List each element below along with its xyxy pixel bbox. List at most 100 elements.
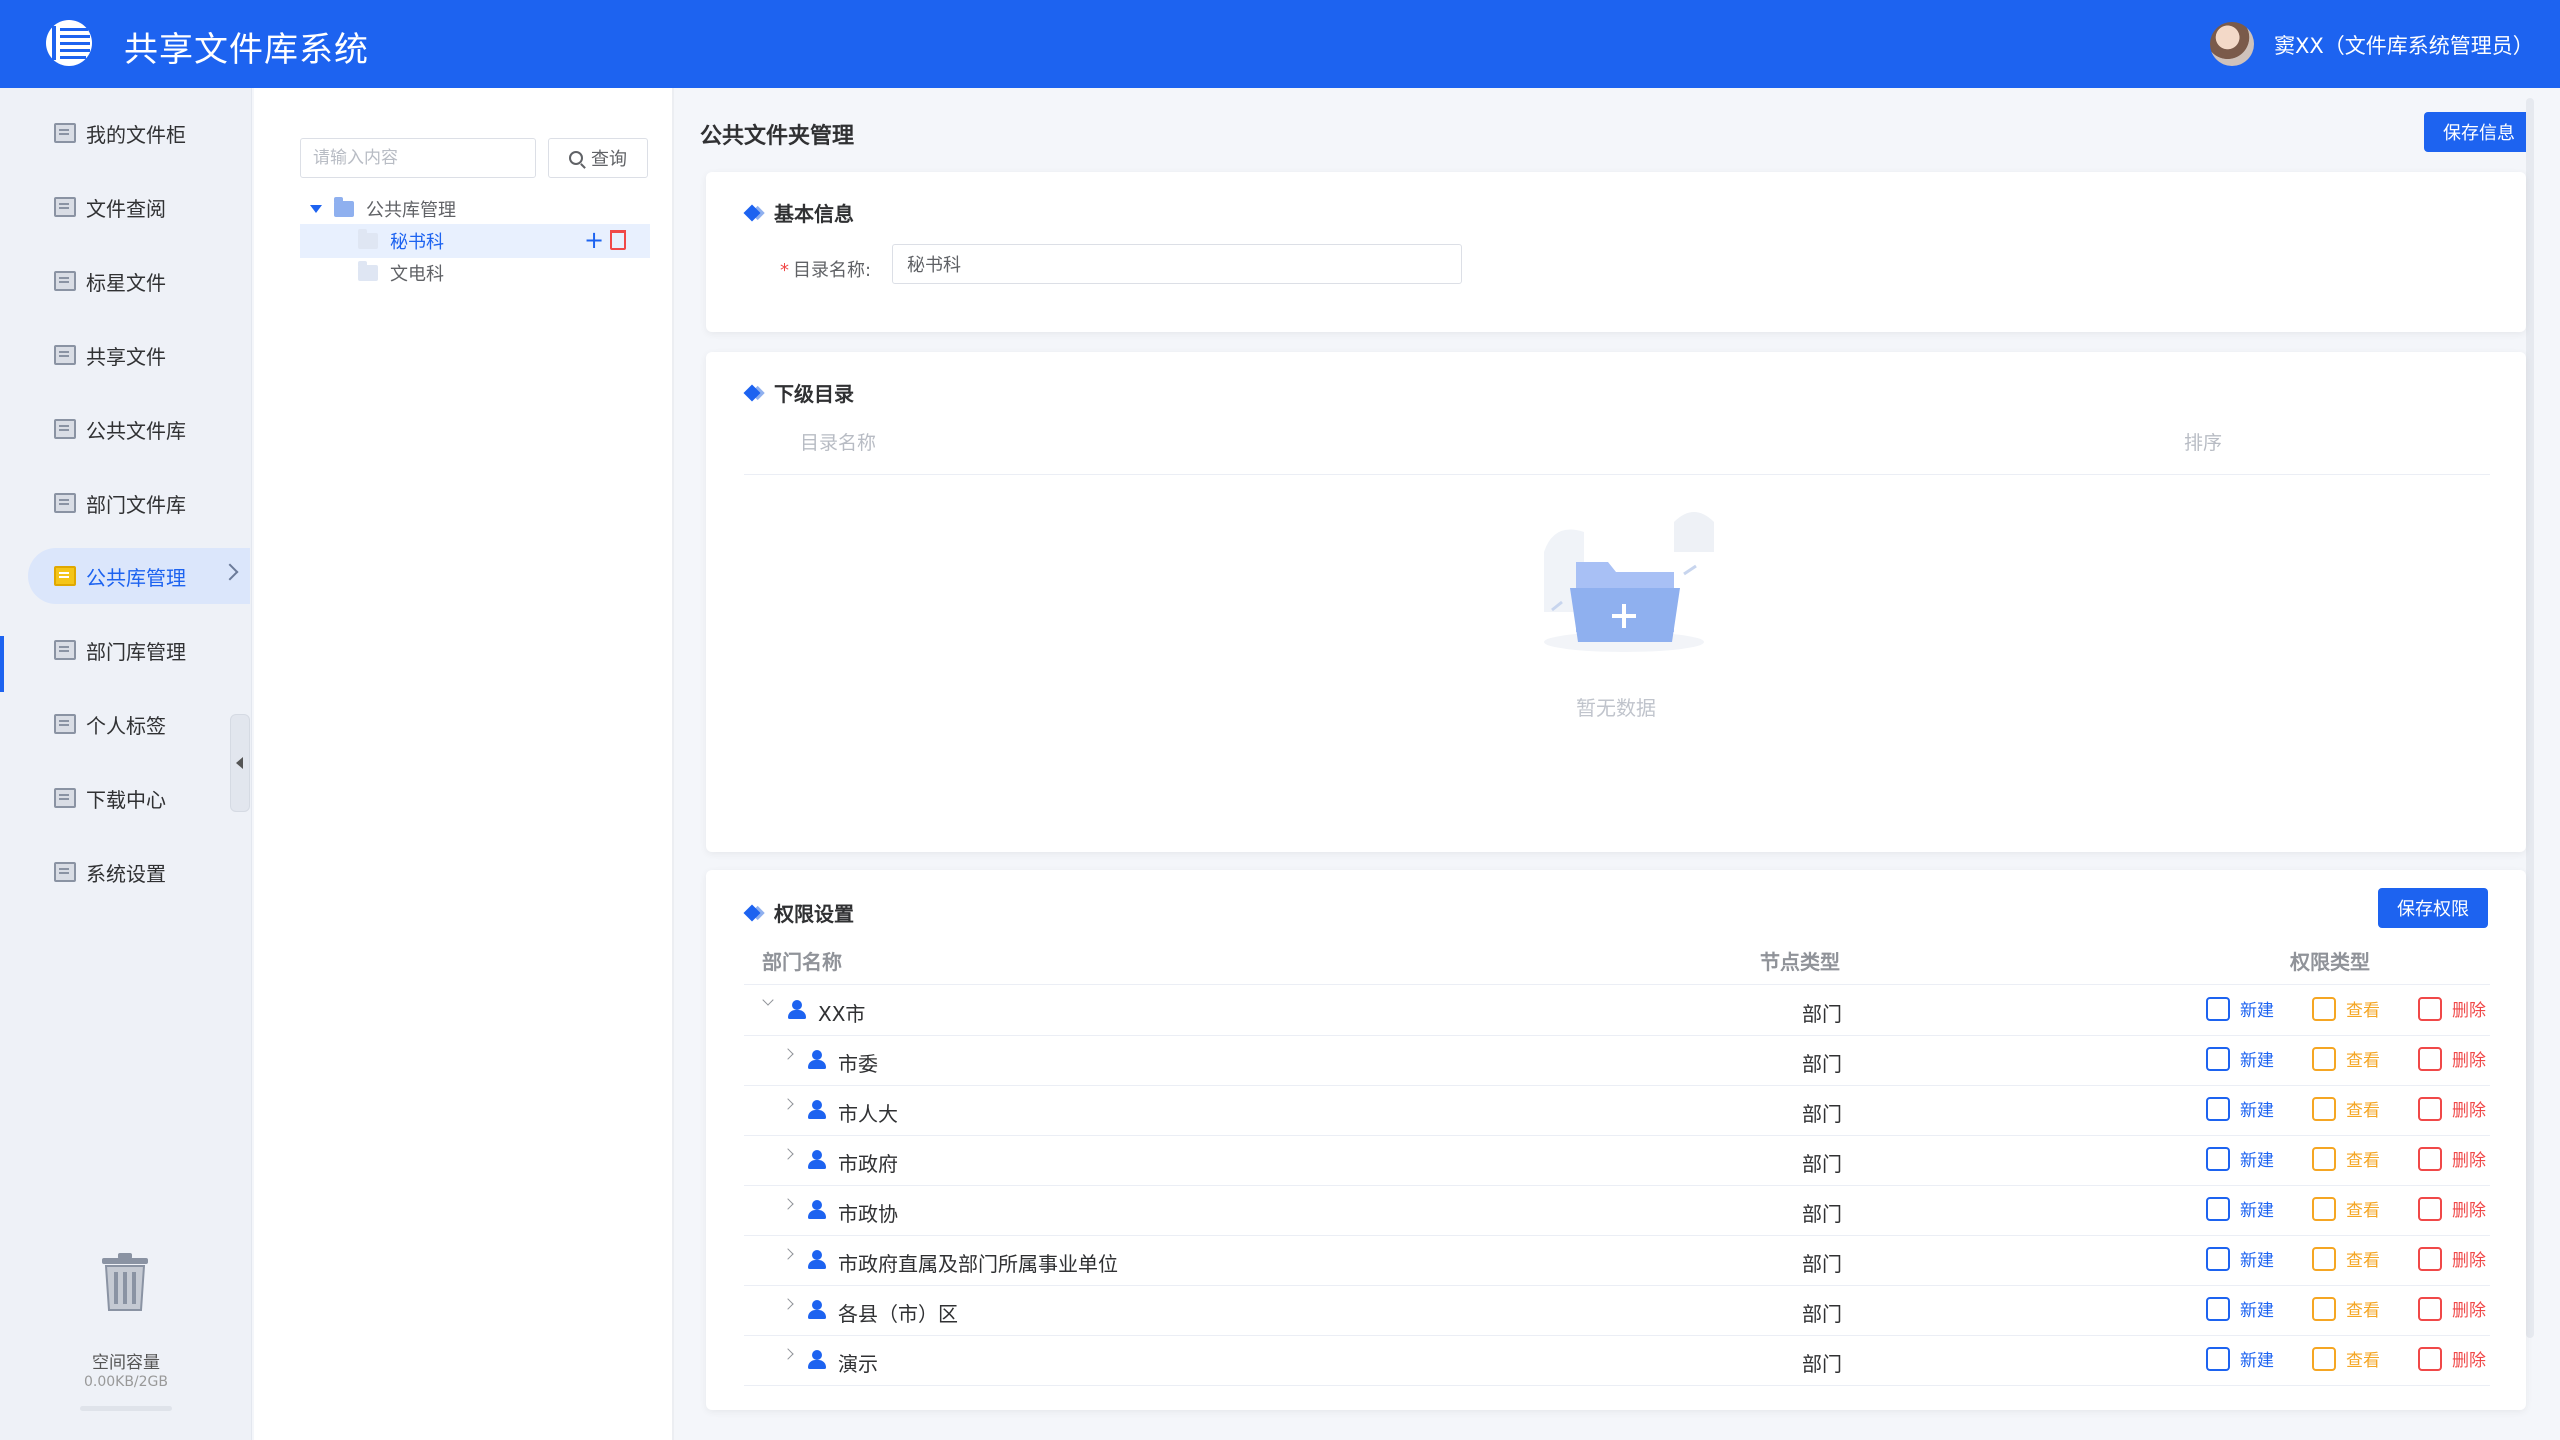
checkbox-box[interactable] <box>2418 1196 2442 1221</box>
checkbox-box[interactable] <box>2206 1246 2230 1271</box>
tree-node-root[interactable]: 公共库管理 <box>310 196 456 222</box>
sidebar-item-public-lib-manage[interactable]: 公共库管理 <box>28 548 250 604</box>
add-icon[interactable]: + <box>584 228 604 252</box>
checkbox-box[interactable] <box>2206 1296 2230 1321</box>
perm-delete-checkbox[interactable]: 删除 <box>2418 1046 2486 1071</box>
perm-view-checkbox[interactable]: 查看 <box>2312 1296 2380 1321</box>
table-row: 市人大 部门 新建 查看 删除 <box>744 1086 2490 1136</box>
sidebar-item-dept-lib-manage[interactable]: 部门库管理 <box>28 622 250 678</box>
checkbox-box[interactable] <box>2312 1096 2336 1121</box>
checkbox-box[interactable] <box>2206 996 2230 1021</box>
delete-icon[interactable] <box>610 230 626 250</box>
space-value: 0.00KB/2GB <box>83 1374 169 1390</box>
perm-new-checkbox[interactable]: 新建 <box>2206 1046 2274 1071</box>
checkbox-box[interactable] <box>2206 1096 2230 1121</box>
perm-delete-checkbox[interactable]: 删除 <box>2418 1146 2486 1171</box>
perm-delete-checkbox[interactable]: 删除 <box>2418 1296 2486 1321</box>
checkbox-box[interactable] <box>2418 1146 2442 1171</box>
perm-new-label: 新建 <box>2240 1051 2274 1071</box>
perm-delete-checkbox[interactable]: 删除 <box>2418 1246 2486 1271</box>
perm-view-checkbox[interactable]: 查看 <box>2312 1146 2380 1171</box>
chevron-right-icon[interactable] <box>782 1198 794 1210</box>
space-usage-bar <box>80 1406 172 1411</box>
tree-node-child[interactable]: 文电科 <box>358 260 444 286</box>
perm-view-checkbox[interactable]: 查看 <box>2312 1346 2380 1371</box>
save-permission-button[interactable]: 保存权限 <box>2378 888 2488 928</box>
perm-new-checkbox[interactable]: 新建 <box>2206 996 2274 1021</box>
perm-new-checkbox[interactable]: 新建 <box>2206 1346 2274 1371</box>
perm-new-label: 新建 <box>2240 1351 2274 1371</box>
checkbox-box[interactable] <box>2312 1196 2336 1221</box>
dir-name-input[interactable] <box>892 244 1462 284</box>
perm-delete-label: 删除 <box>2452 1351 2486 1371</box>
checkbox-box[interactable] <box>2418 996 2442 1021</box>
perm-delete-checkbox[interactable]: 删除 <box>2418 1196 2486 1221</box>
perm-view-checkbox[interactable]: 查看 <box>2312 1246 2380 1271</box>
perm-delete-checkbox[interactable]: 删除 <box>2418 996 2486 1021</box>
section-title-basic: 基本信息 <box>743 198 854 227</box>
sidebar-item-public-lib[interactable]: 公共文件库 <box>28 401 250 457</box>
tree-search-input[interactable] <box>300 138 536 178</box>
checkbox-box[interactable] <box>2206 1146 2230 1171</box>
checkbox-box[interactable] <box>2206 1196 2230 1221</box>
perm-view-checkbox[interactable]: 查看 <box>2312 1096 2380 1121</box>
checkbox-box[interactable] <box>2418 1046 2442 1071</box>
sidebar-item-file-browse[interactable]: 文件查阅 <box>28 179 250 235</box>
perm-new-checkbox[interactable]: 新建 <box>2206 1196 2274 1221</box>
trash-icon[interactable] <box>96 1252 154 1314</box>
perm-delete-checkbox[interactable]: 删除 <box>2418 1096 2486 1121</box>
user-name[interactable]: 窦XX（文件库系统管理员） <box>2274 30 2534 60</box>
checkbox-box[interactable] <box>2418 1096 2442 1121</box>
sidebar-item-settings[interactable]: 系统设置 <box>28 844 250 900</box>
sidebar-item-starred[interactable]: 标星文件 <box>28 253 250 309</box>
perm-new-checkbox[interactable]: 新建 <box>2206 1146 2274 1171</box>
chevron-right-icon[interactable] <box>782 1148 794 1160</box>
caret-down-icon[interactable] <box>310 205 322 213</box>
department-icon <box>806 1050 828 1070</box>
sidebar-item-dept-lib[interactable]: 部门文件库 <box>28 475 250 531</box>
tree-node-child[interactable]: 秘书科 <box>358 228 444 254</box>
chevron-right-icon[interactable] <box>782 1298 794 1310</box>
perm-delete-checkbox[interactable]: 删除 <box>2418 1346 2486 1371</box>
tree-search-button[interactable]: 查询 <box>548 138 648 178</box>
user-avatar[interactable] <box>2210 22 2254 66</box>
sidebar-item-shared[interactable]: 共享文件 <box>28 327 250 383</box>
checkbox-box[interactable] <box>2312 1296 2336 1321</box>
perm-delete-label: 删除 <box>2452 1101 2486 1121</box>
scrollbar[interactable] <box>2526 98 2534 1338</box>
checkbox-box[interactable] <box>2312 1346 2336 1371</box>
checkbox-box[interactable] <box>2312 996 2336 1021</box>
chevron-right-icon[interactable] <box>782 1248 794 1260</box>
page-title: 公共文件夹管理 <box>700 124 855 149</box>
dept-name: 市人大 <box>838 1102 898 1126</box>
perm-view-checkbox[interactable]: 查看 <box>2312 1046 2380 1071</box>
chevron-right-icon[interactable] <box>782 1348 794 1360</box>
checkbox-box[interactable] <box>2206 1046 2230 1071</box>
perm-new-label: 新建 <box>2240 1101 2274 1121</box>
sidebar-item-download-center[interactable]: 下载中心 <box>28 770 250 826</box>
chevron-down-icon[interactable] <box>762 994 774 1006</box>
perm-new-label: 新建 <box>2240 1001 2274 1021</box>
chevron-right-icon[interactable] <box>782 1048 794 1060</box>
folder-icon <box>358 261 378 281</box>
checkbox-box[interactable] <box>2312 1046 2336 1071</box>
perm-view-label: 查看 <box>2346 1101 2380 1121</box>
checkbox-box[interactable] <box>2312 1146 2336 1171</box>
sidebar-item-personal-tags[interactable]: 个人标签 <box>28 696 250 752</box>
save-info-button[interactable]: 保存信息 <box>2424 112 2534 152</box>
checkbox-box[interactable] <box>2206 1346 2230 1371</box>
perm-new-checkbox[interactable]: 新建 <box>2206 1246 2274 1271</box>
checkbox-box[interactable] <box>2418 1296 2442 1321</box>
sidebar-collapse-handle[interactable] <box>230 714 250 812</box>
perm-view-checkbox[interactable]: 查看 <box>2312 1196 2380 1221</box>
perm-view-checkbox[interactable]: 查看 <box>2312 996 2380 1021</box>
checkbox-box[interactable] <box>2418 1346 2442 1371</box>
section-title-perm: 权限设置 <box>743 898 854 927</box>
department-icon <box>786 1000 808 1020</box>
sidebar-item-my-cabinet[interactable]: 我的文件柜 <box>28 105 250 161</box>
chevron-right-icon[interactable] <box>782 1098 794 1110</box>
checkbox-box[interactable] <box>2312 1246 2336 1271</box>
perm-new-checkbox[interactable]: 新建 <box>2206 1296 2274 1321</box>
perm-new-checkbox[interactable]: 新建 <box>2206 1096 2274 1121</box>
checkbox-box[interactable] <box>2418 1246 2442 1271</box>
